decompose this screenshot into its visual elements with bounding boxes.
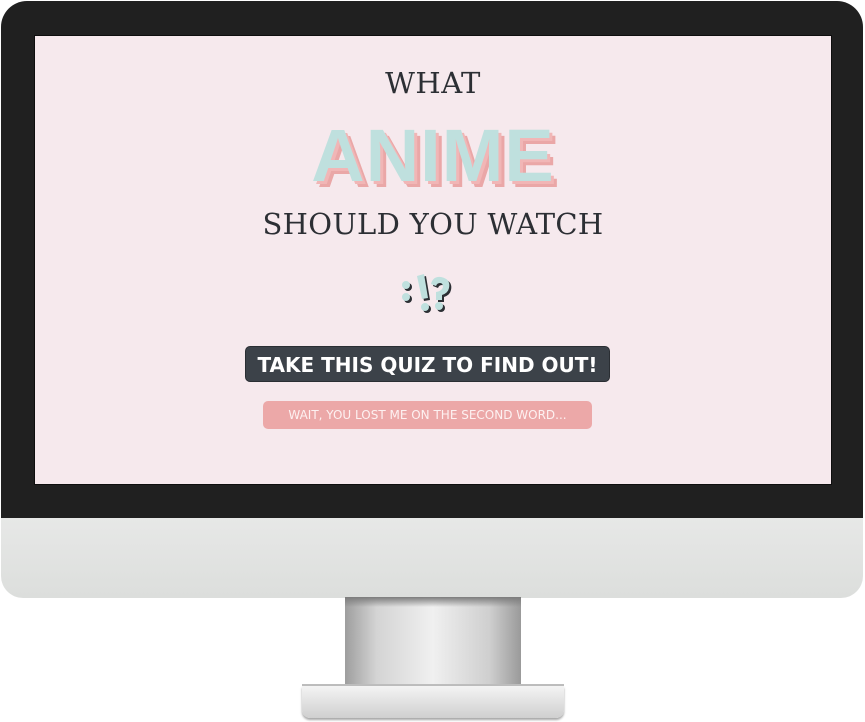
take-quiz-button[interactable]: TAKE THIS QUIZ TO FIND OUT! bbox=[245, 346, 610, 382]
monitor-stand-foot bbox=[302, 686, 564, 718]
screen: WHAT ANIME SHOULD YOU WATCH TAKE THIS QU… bbox=[34, 35, 832, 485]
monitor-stand-neck bbox=[345, 597, 521, 689]
title-anime: ANIME bbox=[311, 114, 555, 197]
desktop-monitor: WHAT ANIME SHOULD YOU WATCH TAKE THIS QU… bbox=[0, 0, 865, 722]
monitor-stand-shadow bbox=[345, 597, 521, 607]
title-should-you-watch: SHOULD YOU WATCH bbox=[262, 207, 604, 241]
lost-me-button[interactable]: WAIT, YOU LOST ME ON THE SECOND WORD... bbox=[263, 401, 592, 429]
monitor-chin bbox=[1, 518, 863, 598]
title-what: WHAT bbox=[385, 66, 481, 100]
interrobang-icon bbox=[397, 264, 457, 316]
